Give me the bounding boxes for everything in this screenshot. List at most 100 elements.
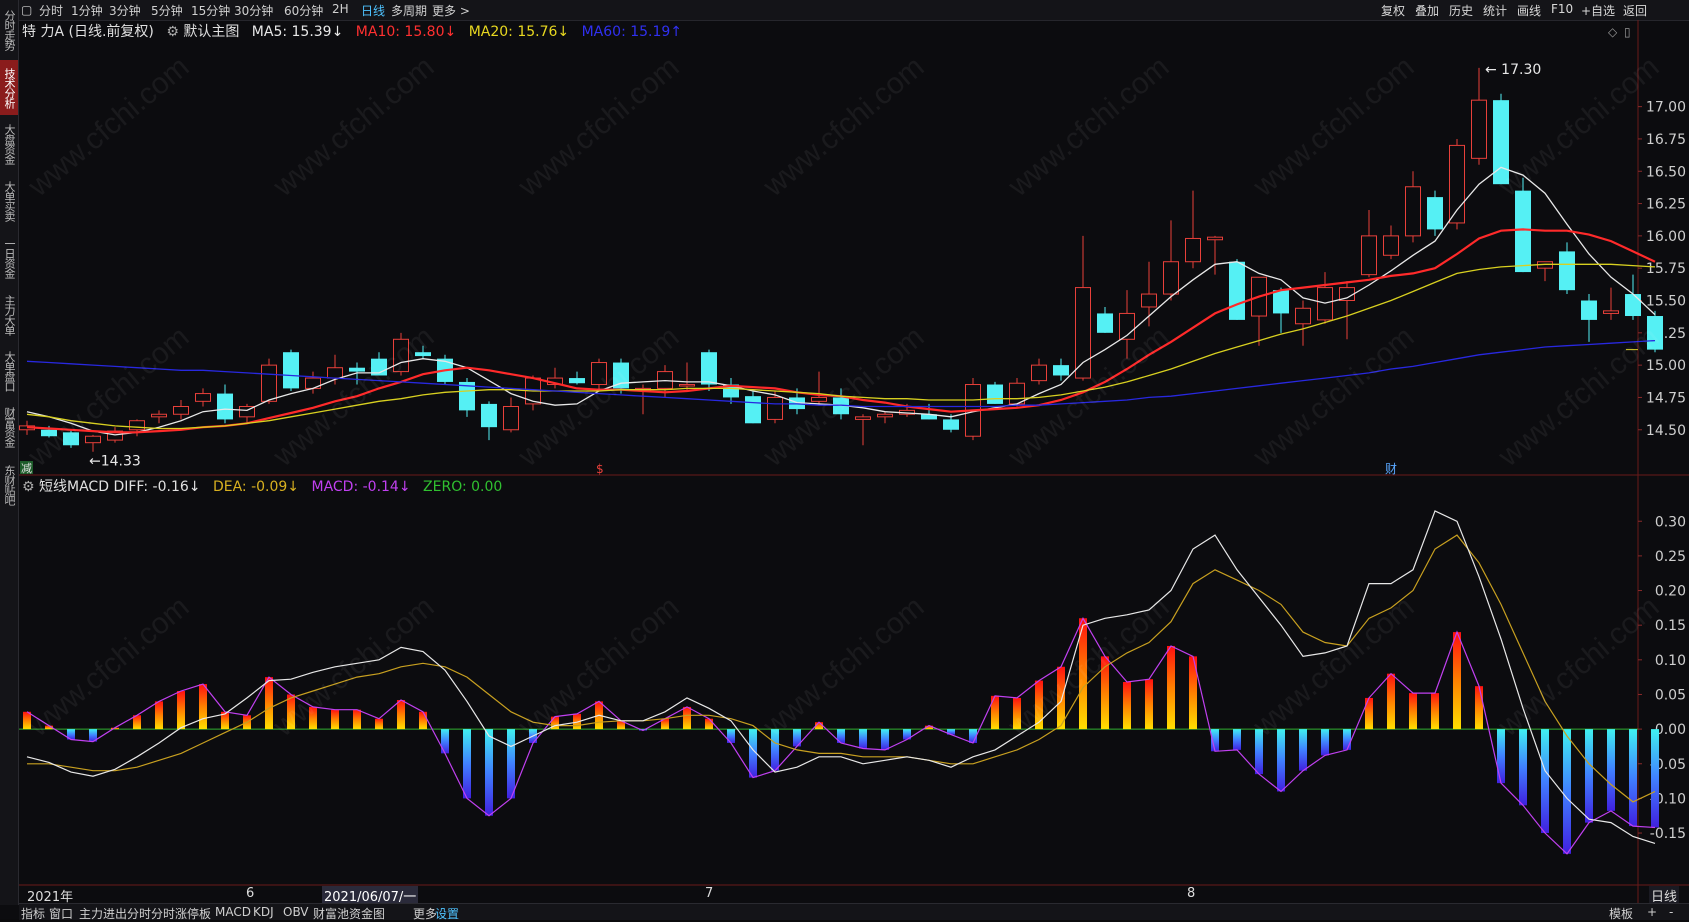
stock-chart-app: 分时走势 技术分析 大盘资金 大单买卖 一日资金 主力大单 大单盘口 财富资金 东财贴吧 ▢ 分… [0,0,1689,922]
candle-body-up [85,435,101,444]
candle-body-up [151,413,167,418]
bottom-tab-3[interactable]: 分时涨停板 [151,905,211,922]
candle-body-up [855,416,871,420]
bottom-tab-6[interactable]: OBV [283,905,309,919]
macd-bar [1277,729,1285,792]
bottom-tab-0[interactable]: 指标 [21,905,45,922]
candle-body-down [481,403,497,428]
candle-body-down [1647,316,1663,350]
macd-bar [23,711,31,730]
macd-bar [1145,679,1153,730]
macd-bar [265,677,273,730]
macd-bar [1541,729,1549,834]
candle-body-up [877,413,893,418]
bottom-tab-8[interactable]: 更多 [413,905,437,922]
bottom-tab-2[interactable]: 主力进出分时 [79,905,151,922]
macd-bar [199,684,207,730]
event-marker-cai[interactable]: 财 [1385,462,1397,476]
macd-bar [771,729,779,771]
macd-bar [1651,729,1659,828]
macd-bar [155,701,163,730]
main-y-tick-label: 15.50 [1646,294,1686,310]
macd-bar [1387,673,1395,730]
macd-bar [353,709,361,730]
macd-y-tick-label: 0.10 [1655,653,1686,669]
candle-body-up [1603,310,1619,314]
zoom-out-button[interactable]: - [1669,905,1673,919]
candle-body-up [393,338,409,373]
candle-body-up [1075,287,1091,379]
main-y-tick-label: 16.75 [1646,132,1686,148]
macd-bar [485,729,493,816]
candle-body-up [1449,144,1465,224]
event-marker-s[interactable]: $ [596,462,604,476]
bottom-tab-5[interactable]: KDJ [253,905,274,919]
high-price-label: ← 17.30 [1485,62,1541,78]
macd-bar [1255,729,1263,775]
candle-body-up [1141,293,1157,308]
candle-body-up [195,393,211,402]
candle-body-up [173,405,189,415]
bottom-tab-4[interactable]: MACD [215,905,251,919]
macd-bar [419,711,427,730]
candle-body-up [1207,236,1223,241]
candle-body-down [1229,261,1245,320]
candle-body-up [129,420,145,431]
macd-bar [1453,632,1461,730]
candle-body-down [415,352,431,357]
macd-y-tick-label: 0.05 [1655,687,1686,703]
panel-toggle-icon[interactable]: ▯ [1624,25,1631,39]
candle-body-down [1559,251,1575,291]
diamond-icon[interactable]: ◇ [1608,25,1618,39]
macd-y-tick-label: 0.20 [1655,584,1686,600]
macd-y-tick-label: -0.15 [1650,826,1686,842]
macd-y-tick-label: 0.25 [1655,549,1686,565]
macd-bar [375,718,383,730]
candle-body-up [1405,186,1421,237]
macd-bar [859,729,867,749]
main-y-tick-label: 17.00 [1646,100,1686,116]
date-label-july: 7 [705,886,714,901]
macd-bar [1519,729,1527,806]
macd-bar [1321,729,1329,756]
macd-bar [1233,729,1241,750]
macd-bar [705,718,713,730]
candle-body-down [349,367,365,372]
main-y-tick-label: 15.75 [1646,261,1686,277]
candle-body-up [503,405,519,431]
main-y-tick-label: 14.75 [1646,390,1686,406]
macd-bar [1629,729,1637,827]
macd-bar [1585,729,1593,823]
candle-body-up [767,396,783,420]
bottom-tab-9[interactable]: 设置 [435,905,459,922]
event-marker-jian[interactable]: 减 [21,462,32,475]
candle-body-down [1053,365,1069,376]
candle-body-up [1383,235,1399,256]
candle-body-down [1097,313,1113,333]
bottom-tab-1[interactable]: 窗口 [49,905,73,922]
candle-body-up [1295,307,1311,325]
candle-body-down [1427,197,1443,230]
template-button[interactable]: 模板 [1609,905,1633,922]
date-label-august: 8 [1187,886,1196,901]
zoom-in-button[interactable]: + [1647,905,1657,919]
candle-body-up [261,364,277,402]
candle-body-up [811,396,827,402]
macd-bar [1013,697,1021,730]
candle-body-up [1471,99,1487,159]
low-price-label: ←14.33 [89,454,141,470]
chart-canvas[interactable]: 14.5014.7515.0015.2515.5015.7516.0016.25… [0,0,1689,919]
macd-bar [441,729,449,754]
bottom-tab-7[interactable]: 财富池资金图 [313,905,385,922]
macd-bar [309,706,317,730]
macd-y-tick-label: 0.00 [1655,722,1686,738]
macd-y-tick-label: 0.15 [1655,618,1686,634]
dea-line [27,534,1656,803]
candle-body-down [987,384,1003,404]
macd-bar [1475,686,1483,730]
candle-body-up [679,384,695,387]
macd-bar [1167,645,1175,730]
candle-body-down [943,419,959,430]
candle-body-down [1581,300,1597,320]
candle-body-down [1273,290,1289,314]
